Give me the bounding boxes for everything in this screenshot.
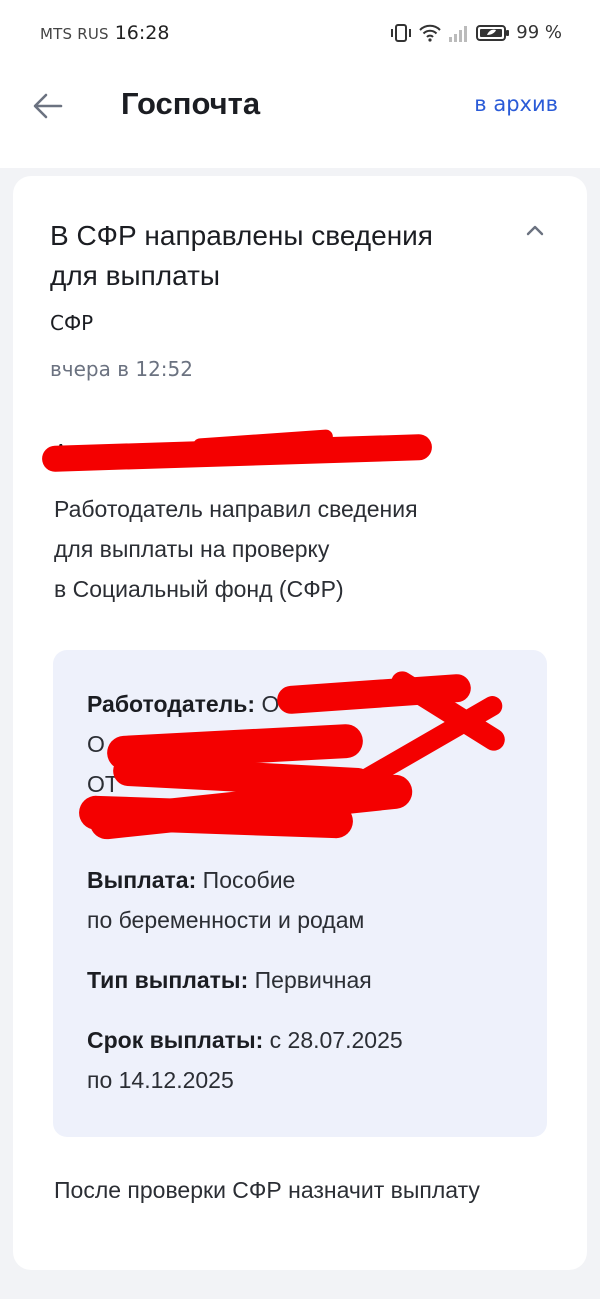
chevron-up-icon	[526, 225, 544, 236]
wifi-icon	[418, 23, 442, 43]
vibrate-icon	[390, 23, 412, 43]
employer-label: Работодатель:	[87, 691, 256, 717]
archive-button[interactable]: в архив	[474, 92, 558, 116]
payment-details: Работодатель: О О ОТ Выплата: Пособие по…	[53, 650, 547, 1137]
payment-type-label: Тип выплаты:	[87, 967, 249, 993]
battery-level: 99 %	[516, 22, 562, 43]
payment-row: Выплата: Пособие	[87, 860, 507, 900]
arrow-left-icon	[33, 93, 63, 119]
nav-bar: Госпочта в архив	[0, 68, 600, 168]
back-button[interactable]	[28, 86, 68, 126]
status-right: 99 %	[390, 22, 562, 43]
message-sender: СФР	[50, 311, 94, 335]
payment-label: Выплата:	[87, 867, 197, 893]
payment-type-row: Тип выплаты: Первичная	[87, 960, 507, 1000]
collapse-button[interactable]	[525, 222, 545, 241]
message-line: в Социальный фонд (СФР)	[54, 576, 344, 602]
footer-note: После проверки СФР назначит выплату	[54, 1177, 480, 1203]
status-bar: MTS RUS 16:28 99 %	[0, 0, 600, 68]
payment-value: Пособие	[202, 867, 296, 893]
payment-line: по беременности и родам	[87, 907, 365, 933]
battery-icon	[476, 23, 510, 43]
message-line: Работодатель направил сведения	[54, 496, 418, 522]
message-line: для выплаты на проверку	[54, 536, 330, 562]
payment-term-label: Срок выплаты:	[87, 1027, 264, 1053]
status-left: MTS RUS 16:28	[40, 22, 169, 44]
message-card: В СФР направлены сведения для выплаты СФ…	[13, 176, 587, 1270]
signal-icon	[448, 23, 470, 43]
payment-term-line: по 14.12.2025	[87, 1067, 234, 1093]
payment-term-row: Срок выплаты: с 28.07.2025	[87, 1020, 507, 1060]
message-date: вчера в 12:52	[50, 357, 193, 381]
carrier-name: MTS RUS	[40, 25, 109, 43]
payment-type-value: Первичная	[254, 967, 372, 993]
message-title: В СФР направлены сведения для выплаты	[50, 220, 433, 291]
payment-term-value: с 28.07.2025	[269, 1027, 403, 1053]
message-body: Работодатель направил сведения для выпла…	[54, 489, 514, 609]
status-time: 16:28	[114, 22, 170, 44]
page-title: Госпочта	[121, 86, 261, 121]
